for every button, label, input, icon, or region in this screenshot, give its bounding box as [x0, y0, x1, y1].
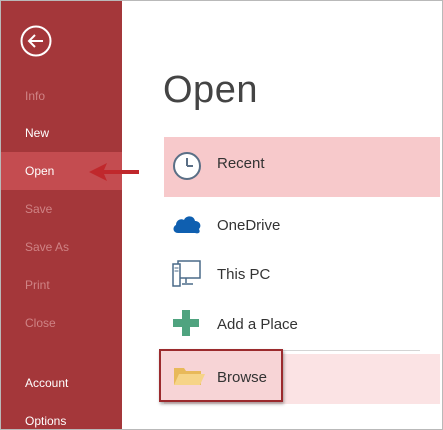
page-title: Open [163, 69, 258, 111]
pointer-arrow-annotation [89, 163, 139, 181]
clock-icon [173, 152, 201, 180]
app-window: Info New Open Save Save As Print Close A… [0, 0, 443, 430]
place-this-pc[interactable]: This PC [164, 255, 440, 311]
place-onedrive-label: OneDrive [217, 217, 281, 234]
place-add-a-place-label: Add a Place [217, 316, 298, 333]
cloud-icon [173, 216, 201, 234]
folder-icon [174, 368, 205, 385]
nav-item-info: Info [25, 89, 46, 103]
browse-label: Browse [217, 369, 268, 386]
back-arrow-icon [20, 25, 52, 57]
nav-item-save-as: Save As [25, 240, 70, 254]
place-onedrive[interactable]: OneDrive [164, 206, 440, 262]
place-recent-label: Recent [217, 155, 265, 172]
plus-icon [173, 310, 199, 336]
back-button[interactable] [20, 25, 52, 57]
nav-item-save: Save [25, 202, 53, 216]
place-this-pc-label: This PC [217, 266, 271, 283]
nav-item-account[interactable]: Account [1, 364, 122, 402]
place-recent[interactable]: Recent [164, 137, 440, 197]
backstage-sidebar: Info New Open Save Save As Print Close A… [1, 1, 122, 429]
nav-item-new[interactable]: New [1, 114, 122, 152]
nav-item-print: Print [25, 278, 50, 292]
browse-button[interactable]: Browse [159, 349, 283, 402]
computer-icon [172, 260, 201, 287]
nav-item-options[interactable]: Options [1, 402, 122, 429]
nav-item-close: Close [25, 316, 56, 330]
